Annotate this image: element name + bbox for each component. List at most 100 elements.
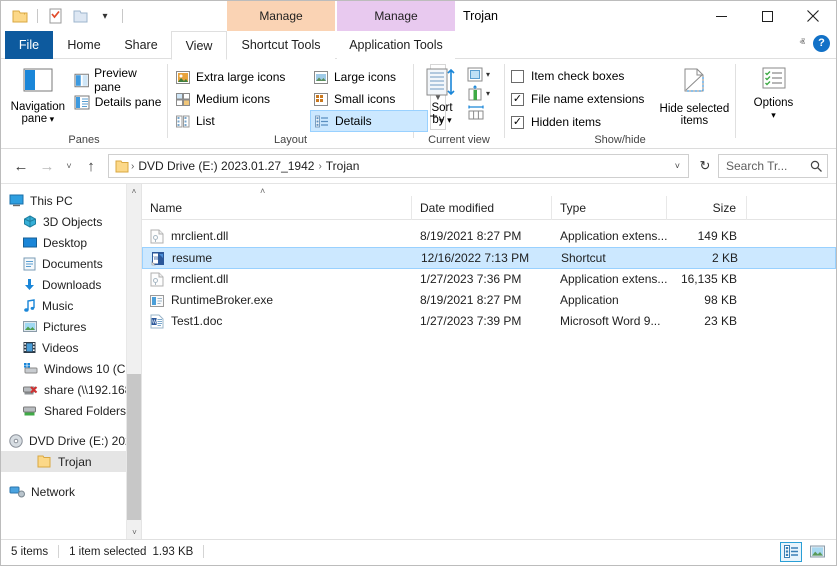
sidebar-item-downloads[interactable]: Downloads <box>1 274 141 295</box>
window-controls <box>698 1 836 31</box>
sidebar-scroll-down-icon[interactable]: ˅ <box>127 525 141 539</box>
layout-details[interactable]: Details <box>310 110 428 132</box>
column-header-date-modified[interactable]: Date modified <box>412 195 552 220</box>
sidebar-item-this-pc[interactable]: This PC <box>1 190 141 211</box>
file-type-cell: Shortcut <box>561 250 606 265</box>
sidebar-item-windows-c[interactable]: Windows 10 (C:) <box>1 358 141 379</box>
sidebar-item-documents[interactable]: Documents <box>1 253 141 274</box>
sort-by-label-1: Sort <box>431 102 453 114</box>
tab-shortcut-tools[interactable]: Shortcut Tools <box>227 31 335 59</box>
file-name-text: RuntimeBroker.exe <box>171 293 274 307</box>
layout-extra-large-icons[interactable]: Extra large icons <box>172 66 308 88</box>
hide-selected-items-button[interactable]: Hide selected items <box>654 63 734 127</box>
table-row[interactable]: RuntimeBroker.exe 8/19/2021 8:27 PM Appl… <box>142 290 836 311</box>
search-placeholder: Search Tr... <box>726 159 788 173</box>
tab-file[interactable]: File <box>5 31 53 59</box>
maximize-button[interactable] <box>744 1 790 31</box>
add-columns-button[interactable]: ▾ <box>466 85 490 102</box>
downloads-icon <box>25 278 34 290</box>
file-type-cell: Application extens... <box>560 229 667 243</box>
size-all-columns-button[interactable] <box>466 104 490 121</box>
sidebar-item-share[interactable]: share (\\192.168. <box>1 379 141 400</box>
back-button[interactable]: ← <box>9 154 33 178</box>
sidebar-scrollbar-thumb[interactable] <box>127 374 141 520</box>
options-label: Options <box>753 97 794 109</box>
column-header-size[interactable]: Size <box>667 195 747 220</box>
options-button[interactable]: Options ▾ <box>740 63 808 121</box>
file-name-extensions-row[interactable]: ✓ File name extensions <box>511 89 644 109</box>
group-by-caret-icon[interactable]: ▾ <box>486 70 490 79</box>
sidebar-item-desktop[interactable]: Desktop <box>1 232 141 253</box>
large-icons-view-button[interactable] <box>806 542 828 562</box>
details-pane-button[interactable]: Details pane <box>71 91 167 113</box>
column-header-type[interactable]: Type <box>552 195 667 220</box>
table-row[interactable]: mrclient.dll 8/19/2021 8:27 PM Applicati… <box>142 226 836 247</box>
music-icon <box>24 298 35 312</box>
preview-pane-label: Preview pane <box>94 66 137 94</box>
new-folder-icon[interactable] <box>69 5 91 27</box>
refresh-button[interactable]: ↻ <box>694 154 716 178</box>
search-input[interactable]: Search Tr... <box>718 154 828 178</box>
sidebar-item-pictures[interactable]: Pictures <box>1 316 141 337</box>
collapse-ribbon-button[interactable]: ⱏ <box>800 37 805 50</box>
folder-icon[interactable] <box>9 5 31 27</box>
close-button[interactable] <box>790 1 836 31</box>
breadcrumb-dropdown-icon[interactable]: ˅ <box>669 161 686 171</box>
file-name-cell: rmclient.dll <box>142 269 412 290</box>
sidebar-scrollbar[interactable]: ˄ ˅ <box>126 184 141 539</box>
table-row[interactable]: rmclient.dll 1/27/2023 7:36 PM Applicati… <box>142 269 836 290</box>
table-row[interactable]: W resume 12/16/2022 7:13 PM Shortcut 2 K… <box>142 247 836 269</box>
layout-medium-icons[interactable]: Medium icons <box>172 88 308 110</box>
file-name-extensions-checkbox[interactable]: ✓ <box>511 92 524 106</box>
details-view-button[interactable] <box>780 541 802 562</box>
tab-share[interactable]: Share <box>113 31 169 59</box>
breadcrumb-item-1[interactable]: Trojan <box>323 159 363 173</box>
forward-button[interactable]: → <box>35 154 59 178</box>
sidebar-item-dvd-drive[interactable]: DVD Drive (E:) 202 <box>1 430 141 451</box>
item-check-boxes-checkbox[interactable] <box>511 69 524 83</box>
sidebar-item-trojan[interactable]: Trojan <box>1 451 141 472</box>
options-group-label <box>736 133 811 149</box>
file-name-text: Test1.doc <box>171 314 223 328</box>
group-by-button[interactable]: ▾ <box>466 66 490 83</box>
file-date-cell: 1/27/2023 7:36 PM <box>420 272 522 286</box>
layout-large-icons[interactable]: Large icons <box>310 66 428 88</box>
folder-icon <box>37 455 51 468</box>
layout-list[interactable]: List <box>172 110 308 132</box>
sort-by-label-2: by <box>432 114 445 126</box>
sidebar-item-music[interactable]: Music <box>1 295 141 316</box>
recent-locations-button[interactable]: ˅ <box>61 154 77 178</box>
item-check-boxes-row[interactable]: Item check boxes <box>511 66 644 86</box>
sidebar-item-3d-objects[interactable]: 3D Objects <box>1 211 141 232</box>
layout-options: Extra large icons Large icons Medium ico… <box>168 64 428 132</box>
up-button[interactable]: ↑ <box>79 154 103 178</box>
sidebar-item-videos[interactable]: Videos <box>1 337 141 358</box>
sidebar-label-share: share (\\192.168. <box>44 382 135 397</box>
sidebar-gap-2 <box>1 472 141 481</box>
table-row[interactable]: W Test1.doc 1/27/2023 7:39 PM Microsoft … <box>142 311 836 332</box>
layout-small-icons[interactable]: Small icons <box>310 88 428 110</box>
sidebar-item-shared-folders[interactable]: Shared Folders (\ <box>1 400 141 421</box>
add-columns-caret-icon[interactable]: ▾ <box>486 89 490 98</box>
sidebar-item-network[interactable]: Network <box>1 481 141 502</box>
breadcrumb-item-0[interactable]: DVD Drive (E:) 2023.01.27_1942 <box>135 159 317 173</box>
dvd-drive-icon <box>9 433 23 448</box>
breadcrumb[interactable]: › DVD Drive (E:) 2023.01.27_1942 › Troja… <box>108 154 689 178</box>
hidden-items-checkbox[interactable]: ✓ <box>511 115 524 129</box>
tab-view[interactable]: View <box>171 31 227 60</box>
tab-home[interactable]: Home <box>57 31 111 59</box>
hidden-items-row[interactable]: ✓ Hidden items <box>511 112 644 132</box>
options-caret-icon[interactable]: ▾ <box>771 110 776 120</box>
navigation-pane-button[interactable]: Navigation pane ▾ <box>5 63 71 125</box>
sort-by-button[interactable]: Sort by ▾ <box>418 64 466 126</box>
quick-access-toolbar: ▾ <box>1 1 126 31</box>
sidebar-scroll-up-icon[interactable]: ˄ <box>127 184 141 199</box>
properties-icon[interactable] <box>44 5 66 27</box>
tab-application-tools[interactable]: Application Tools <box>337 31 455 59</box>
sidebar-label-music: Music <box>42 298 74 313</box>
minimize-button[interactable] <box>698 1 744 31</box>
customize-qat-dropdown[interactable]: ▾ <box>94 5 116 27</box>
column-header-name[interactable]: Name <box>142 195 412 220</box>
help-button[interactable]: ? <box>813 35 830 52</box>
preview-pane-button[interactable]: Preview pane <box>71 66 167 94</box>
